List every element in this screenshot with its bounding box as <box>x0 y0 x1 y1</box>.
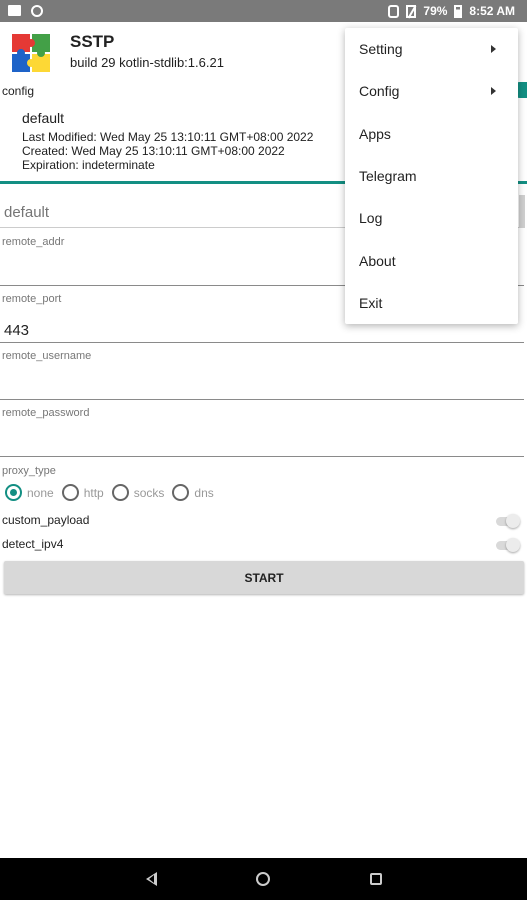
menu-item-about[interactable]: About <box>345 239 518 281</box>
remote-password-input[interactable] <box>0 419 524 457</box>
radio-http[interactable]: http <box>61 484 104 501</box>
battery-icon <box>454 4 463 18</box>
menu-item-apps[interactable]: Apps <box>345 113 518 155</box>
home-icon[interactable] <box>256 872 270 886</box>
menu-item-label: Log <box>359 210 383 227</box>
radio-http-label: http <box>83 485 104 500</box>
menu-item-config[interactable]: Config <box>345 70 518 112</box>
proxy-type-radio-group: none http socks dns <box>5 484 222 501</box>
radio-unchecked-icon <box>172 484 190 501</box>
radio-unchecked-icon <box>111 484 129 501</box>
toggle-thumb <box>506 514 520 528</box>
overflow-menu: Setting Config Apps Telegram Log About E… <box>345 28 518 324</box>
radio-none-label: none <box>27 485 54 500</box>
menu-item-log[interactable]: Log <box>345 197 518 239</box>
back-icon[interactable] <box>146 872 157 886</box>
menu-item-label: Exit <box>359 294 383 311</box>
start-button[interactable]: START <box>4 561 524 594</box>
profile-name: default <box>22 110 65 126</box>
radio-none[interactable]: none <box>5 484 54 501</box>
no-sim-icon <box>406 4 417 18</box>
radio-dns[interactable]: dns <box>172 484 214 501</box>
last-modified: Last Modified: Wed May 25 13:10:11 GMT+0… <box>22 130 314 144</box>
profile-info[interactable]: default Last Modified: Wed May 25 13:10:… <box>22 110 313 172</box>
sstp-logo-icon <box>12 34 50 72</box>
submenu-arrow-icon <box>491 87 496 96</box>
proxy-type-label: proxy_type <box>2 465 56 477</box>
detect-ipv4-label: detect_ipv4 <box>2 537 64 551</box>
app-title: SSTP <box>70 32 115 51</box>
menu-item-telegram[interactable]: Telegram <box>345 155 518 197</box>
remote-username-input[interactable] <box>0 362 524 400</box>
radio-socks[interactable]: socks <box>111 484 165 501</box>
clock: 8:52 AM <box>469 4 515 18</box>
folder-icon <box>8 5 21 16</box>
custom-payload-row: custom_payload <box>2 513 522 528</box>
created-date: Created: Wed May 25 13:10:11 GMT+08:00 2… <box>22 144 285 158</box>
menu-item-label: Config <box>359 83 400 100</box>
detect-ipv4-row: detect_ipv4 <box>2 537 522 552</box>
config-label: config <box>2 84 35 98</box>
custom-payload-label: custom_payload <box>2 513 90 527</box>
status-bar: 79% 8:52 AM <box>0 0 527 22</box>
detect-ipv4-toggle[interactable] <box>494 538 520 552</box>
vibrate-icon <box>388 4 400 18</box>
radio-unchecked-icon <box>61 484 79 501</box>
expiration: Expiration: indeterminate <box>22 158 155 172</box>
remote-username-field: remote_username <box>0 350 524 400</box>
menu-item-label: Telegram <box>359 168 417 185</box>
remote-username-label: remote_username <box>2 350 92 362</box>
radio-dns-label: dns <box>194 485 214 500</box>
menu-item-setting[interactable]: Setting <box>345 28 518 70</box>
scrollbar[interactable] <box>519 195 525 228</box>
remote-password-label: remote_password <box>2 407 90 419</box>
navigation-bar <box>0 858 527 900</box>
sync-icon <box>31 5 43 17</box>
menu-item-label: Setting <box>359 41 403 58</box>
custom-payload-toggle[interactable] <box>494 514 520 528</box>
battery-percent: 79% <box>423 4 448 18</box>
submenu-arrow-icon <box>491 45 496 53</box>
radio-checked-icon <box>5 484 22 501</box>
menu-item-exit[interactable]: Exit <box>345 282 518 324</box>
recents-icon[interactable] <box>370 873 382 885</box>
toggle-thumb <box>506 538 520 552</box>
menu-item-label: Apps <box>359 125 391 142</box>
radio-socks-label: socks <box>133 485 165 500</box>
remote-password-field: remote_password <box>0 407 524 457</box>
menu-item-label: About <box>359 252 396 269</box>
app-build-info: build 29 kotlin-stdlib:1.6.21 <box>70 55 224 70</box>
